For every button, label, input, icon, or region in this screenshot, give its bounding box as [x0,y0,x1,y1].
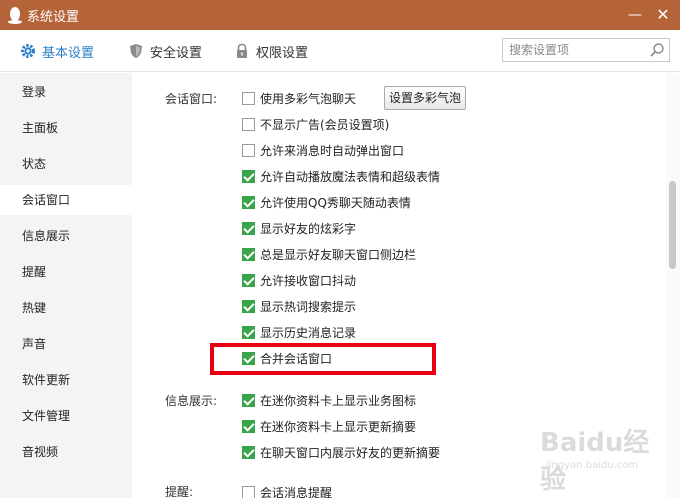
gear-icon [20,43,36,59]
title-bar: 系统设置 — ✕ [0,0,680,30]
tab-label: 基本设置 [42,45,95,61]
checkbox[interactable] [242,169,255,183]
option-label: 使用多彩气泡聊天 [260,91,357,106]
close-button[interactable]: ✕ [653,5,673,25]
settings-sidebar: 登录 主面板 状态 会话窗口 信息展示 提醒 热键 声音 软件更新 文件管理 音… [0,73,132,498]
shield-icon [128,43,144,59]
window-title: 系统设置 [27,10,80,25]
sidebar-item-hotkeys[interactable]: 热键 [0,293,132,323]
sidebar-item-sound[interactable]: 声音 [0,329,132,359]
option-label: 在聊天窗口内展示好友的更新摘要 [260,445,441,460]
option-colorful-text[interactable]: 显示好友的炫彩字 [242,220,356,236]
qq-penguin-icon [7,6,23,24]
option-label: 允许接收窗口抖动 [260,273,357,288]
option-qq-show-emoticons[interactable]: 允许使用QQ秀聊天随动表情 [242,194,411,210]
option-show-sidebar[interactable]: 总是显示好友聊天窗口侧边栏 [242,246,416,262]
baidu-watermark: Baidu经验 jingyan.baidu.com [522,414,672,495]
minimize-button[interactable]: — [625,5,645,25]
option-friend-update-summary[interactable]: 在聊天窗口内展示好友的更新摘要 [242,444,440,460]
watermark-subtext: jingyan.baidu.com [546,460,639,471]
sidebar-item-reminder[interactable]: 提醒 [0,257,132,287]
checkbox[interactable] [242,445,255,459]
option-label: 会话消息提醒 [260,485,333,498]
checkbox[interactable] [242,273,255,287]
checkbox[interactable] [242,419,255,433]
search-input[interactable] [503,39,643,61]
option-hot-words[interactable]: 显示热词搜索提示 [242,298,356,314]
checkbox[interactable] [242,91,255,105]
scrollbar-thumb[interactable] [669,181,676,269]
option-auto-popup[interactable]: 允许来消息时自动弹出窗口 [242,142,404,158]
option-label: 显示好友的炫彩字 [260,221,357,236]
option-label: 显示历史消息记录 [260,325,357,340]
option-label: 允许使用QQ秀聊天随动表情 [260,195,411,210]
checkbox[interactable] [242,247,255,261]
option-label: 允许自动播放魔法表情和超级表情 [260,169,441,184]
option-colorful-bubble[interactable]: 使用多彩气泡聊天 [242,90,356,106]
settings-tab-bar: 基本设置 安全设置 权限设置 [0,30,680,72]
checkbox[interactable] [242,325,255,339]
option-label: 在迷你资料卡上显示业务图标 [260,393,417,408]
sidebar-item-status[interactable]: 状态 [0,149,132,179]
search-box [502,38,670,62]
set-bubble-button[interactable]: 设置多彩气泡 [384,86,466,110]
sidebar-item-software-update[interactable]: 软件更新 [0,365,132,395]
lock-icon [234,43,250,59]
option-history-messages[interactable]: 显示历史消息记录 [242,324,356,340]
option-message-reminder[interactable]: 会话消息提醒 [242,484,332,498]
option-business-icons[interactable]: 在迷你资料卡上显示业务图标 [242,392,416,408]
option-label: 显示热词搜索提示 [260,299,357,314]
checkbox[interactable] [242,143,255,157]
highlight-box [210,343,436,375]
option-hide-ads[interactable]: 不显示广告(会员设置项) [242,116,389,132]
checkbox[interactable] [242,299,255,313]
section-label-info-display: 信息展示: [165,394,218,408]
sidebar-item-info-display[interactable]: 信息展示 [0,221,132,251]
option-label: 不显示广告(会员设置项) [260,117,390,132]
option-window-shake[interactable]: 允许接收窗口抖动 [242,272,356,288]
tab-label: 安全设置 [150,45,203,61]
checkbox[interactable] [242,393,255,407]
option-update-summary[interactable]: 在迷你资料卡上显示更新摘要 [242,418,416,434]
section-label-reminder: 提醒: [165,485,194,498]
checkbox[interactable] [242,485,255,498]
tab-basic-settings[interactable]: 基本设置 [20,30,94,72]
option-magic-emoticons[interactable]: 允许自动播放魔法表情和超级表情 [242,168,440,184]
watermark-text: Baidu经验 [540,428,650,495]
checkbox[interactable] [242,195,255,209]
checkbox[interactable] [242,221,255,235]
sidebar-item-main-panel[interactable]: 主面板 [0,113,132,143]
search-icon[interactable] [649,42,665,58]
section-label-chat-window: 会话窗口: [165,92,218,106]
sidebar-item-file-management[interactable]: 文件管理 [0,401,132,431]
tab-label: 权限设置 [256,45,309,61]
sidebar-item-login[interactable]: 登录 [0,77,132,107]
option-label: 总是显示好友聊天窗口侧边栏 [260,247,417,262]
tab-security-settings[interactable]: 安全设置 [128,30,202,72]
sidebar-item-chat-window[interactable]: 会话窗口 [0,185,132,215]
tab-permission-settings[interactable]: 权限设置 [234,30,308,72]
sidebar-item-audio-video[interactable]: 音视频 [0,437,132,467]
checkbox[interactable] [242,117,255,131]
option-label: 在迷你资料卡上显示更新摘要 [260,419,417,434]
option-label: 允许来消息时自动弹出窗口 [260,143,405,158]
